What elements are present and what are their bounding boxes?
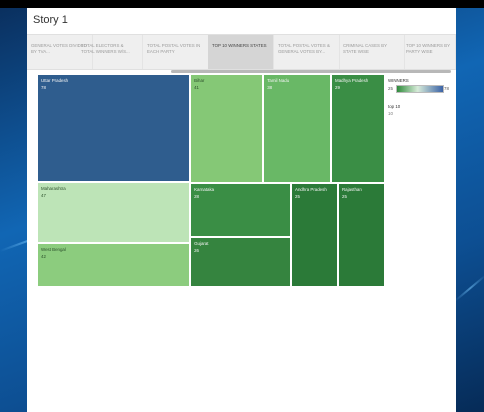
treemap-cell-label: Tamil Nadu (267, 78, 290, 83)
treemap-cell[interactable]: Bihar 41 (190, 74, 264, 183)
tab-total-electors[interactable]: TOTAL ELECTORS & TOTAL WINNERS W/S... (77, 35, 143, 69)
treemap-cell-value: 78 (41, 85, 46, 90)
top-strip (0, 0, 484, 8)
tab-top-10-winners-states[interactable]: TOP 10 WINNERS STATES (208, 35, 274, 69)
treemap-cell-label: Bihar (194, 78, 205, 83)
tab-top-10-winners-party[interactable]: TOP 10 WINNERS BY PARTY WISE (402, 35, 456, 69)
treemap-cell[interactable]: Tamil Nadu 38 (263, 74, 332, 183)
treemap-cell-value: 28 (194, 193, 199, 199)
treemap-cell-value: 47 (41, 192, 46, 198)
story-tabbar: GENERAL VOTES DIVIDED BY TVA... TOTAL EL… (27, 34, 456, 70)
treemap-cell[interactable]: Gujarat 26 (190, 236, 292, 287)
treemap-cell[interactable]: Karnataka 28 (190, 182, 292, 237)
treemap-cell-label: Andhra Pradesh (295, 186, 327, 192)
treemap-cell-value: 29 (335, 85, 340, 90)
treemap-cell-label: West Bengal (41, 247, 66, 253)
treemap-cell[interactable]: Andhra Pradesh 25 (291, 182, 338, 287)
tab-total-postal-votes[interactable]: TOTAL POSTAL VOTES IN EACH PARTY (143, 35, 209, 69)
treemap-cell[interactable]: West Bengal 42 (37, 243, 191, 287)
treemap-cell[interactable]: Rajasthan 25 (338, 182, 385, 287)
treemap-chart: Uttar Pradesh 78 Maharashtra 47 West Bengal 4… (37, 74, 385, 287)
legend-max-value: 78 (444, 86, 449, 91)
treemap-cell-label: Rajasthan (342, 186, 362, 192)
color-legend: WINNERS 25 78 top 10 10 (388, 78, 454, 116)
treemap-cell-value: 41 (194, 85, 199, 90)
tabbar-scrollbar[interactable] (171, 70, 451, 73)
tab-postal-general-votes[interactable]: TOTAL POSTAL VOTES & GENERAL VOTES BY... (274, 35, 340, 69)
treemap-cell-value: 25 (295, 193, 300, 199)
treemap-cell-value: 42 (41, 254, 46, 260)
legend-filter-value: 10 (388, 111, 393, 116)
legend-color-ramp (396, 85, 444, 93)
story-window: Story 1 GENERAL VOTES DIVIDED BY TVA... … (27, 8, 456, 412)
treemap-cell-value: 26 (194, 247, 199, 253)
treemap-cell-label: Karnataka (194, 186, 215, 192)
treemap-cell-label: Madhya Pradesh (335, 78, 369, 83)
treemap-cell-value: 25 (342, 193, 347, 199)
legend-filter-title: top 10 (388, 104, 401, 109)
treemap-cell-value: 38 (267, 85, 273, 90)
treemap-cell-label: Gujarat (194, 240, 209, 246)
treemap-cell[interactable]: Uttar Pradesh 78 (37, 74, 191, 182)
treemap-cell-label: Maharashtra (41, 185, 66, 191)
treemap-cell[interactable]: Madhya Pradesh 29 (331, 74, 385, 183)
legend-title: WINNERS (388, 78, 409, 83)
story-title: Story 1 (33, 14, 68, 26)
legend-min-value: 25 (388, 86, 393, 91)
tab-criminal-cases[interactable]: CRIMINAL CASES BY STATE WISE (339, 35, 405, 69)
treemap-cell[interactable]: Maharashtra 47 (37, 181, 191, 244)
treemap-cell-label: Uttar Pradesh (41, 78, 69, 83)
